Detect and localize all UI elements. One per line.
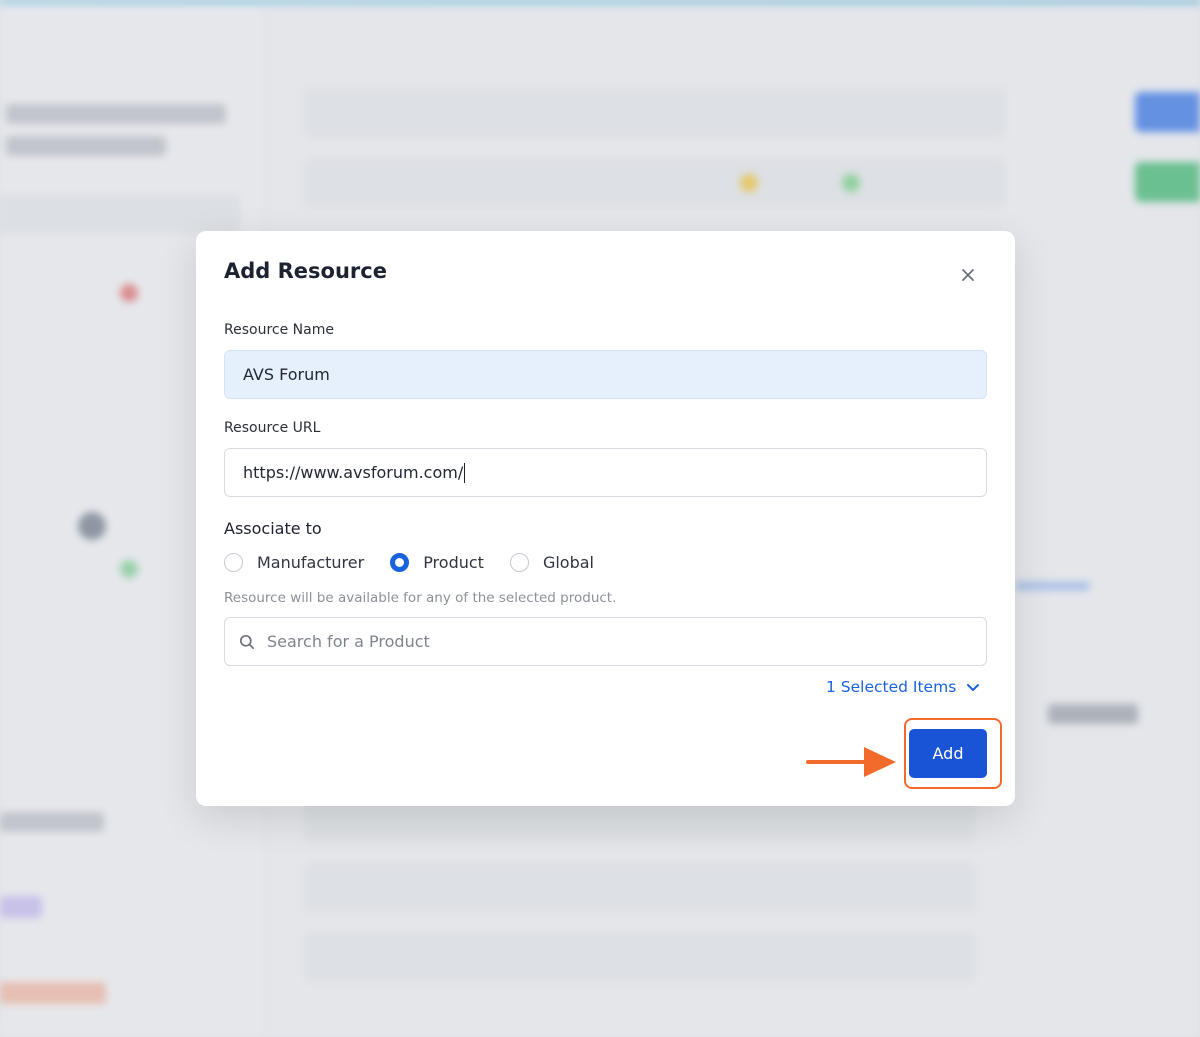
radio-label-product: Product — [423, 553, 484, 572]
search-icon — [239, 634, 255, 649]
arrow-right-icon — [806, 747, 896, 777]
selected-items-label: 1 Selected Items — [826, 678, 957, 696]
resource-name-input[interactable]: AVS Forum — [224, 350, 987, 399]
associate-radio-group: Manufacturer Product Global — [224, 553, 594, 572]
associate-to-heading: Associate to — [224, 519, 322, 538]
close-button[interactable] — [954, 261, 982, 289]
resource-name-value: AVS Forum — [243, 365, 330, 384]
dialog-title: Add Resource — [224, 259, 387, 283]
product-search-input[interactable]: Search for a Product — [224, 617, 987, 666]
radio-manufacturer[interactable] — [224, 553, 243, 572]
radio-product[interactable] — [390, 553, 410, 572]
add-button[interactable]: Add — [909, 729, 987, 778]
add-resource-dialog: Add Resource Resource Name AVS Forum Res… — [196, 231, 1015, 806]
close-icon — [962, 269, 974, 281]
radio-option-global[interactable]: Global — [509, 553, 594, 572]
selected-items-toggle[interactable]: 1 Selected Items — [826, 678, 980, 696]
radio-option-manufacturer[interactable]: Manufacturer — [224, 553, 364, 572]
radio-label-global: Global — [542, 553, 594, 572]
search-placeholder: Search for a Product — [267, 632, 430, 651]
radio-global[interactable] — [509, 553, 529, 572]
resource-url-label: Resource URL — [224, 420, 321, 436]
chevron-down-icon — [967, 683, 980, 691]
text-caret — [464, 462, 466, 483]
resource-name-label: Resource Name — [224, 322, 334, 338]
radio-option-product[interactable]: Product — [390, 553, 484, 572]
resource-url-value: https://www.avsforum.com/ — [243, 463, 464, 482]
associate-hint: Resource will be available for any of th… — [224, 590, 617, 606]
radio-label-manufacturer: Manufacturer — [257, 553, 365, 572]
resource-url-input[interactable]: https://www.avsforum.com/ — [224, 448, 987, 497]
